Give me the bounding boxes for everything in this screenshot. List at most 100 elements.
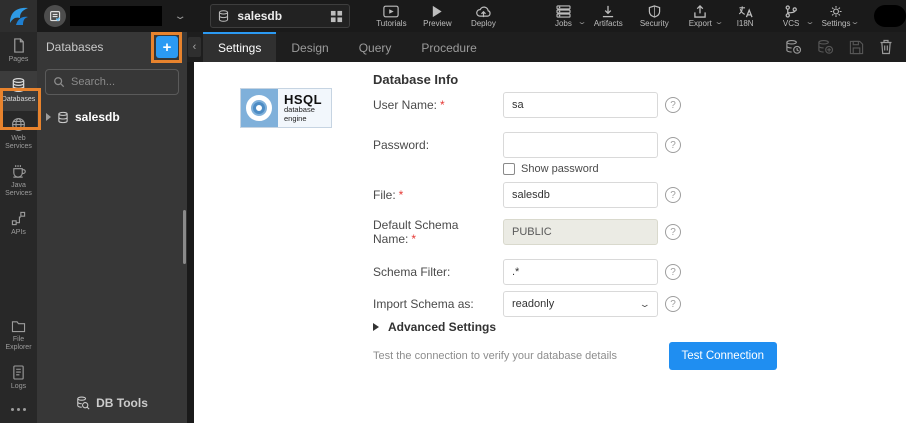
db-tools-button[interactable]: DB Tools xyxy=(37,384,187,423)
sidebar-item-java-services[interactable]: Java Services xyxy=(0,158,37,205)
tab-procedure[interactable]: Procedure xyxy=(406,32,491,62)
more-dots-icon xyxy=(11,408,14,411)
reimport-database-button[interactable] xyxy=(785,39,802,55)
i18n-translate-icon xyxy=(738,5,753,18)
db-tools-label: DB Tools xyxy=(96,396,148,410)
tutorials-button[interactable]: Tutorials xyxy=(368,0,414,32)
tab-query[interactable]: Query xyxy=(344,32,407,62)
jobs-label: Jobs xyxy=(555,20,572,28)
advanced-settings-label: Advanced Settings xyxy=(388,320,496,334)
header-toolbar-left: Tutorials Preview Deploy xyxy=(368,0,506,32)
import-schema-help-icon[interactable]: ? xyxy=(665,296,681,312)
tab-design[interactable]: Design xyxy=(276,32,343,62)
vcs-button[interactable]: VCS xyxy=(768,0,814,32)
sidebar-item-logs[interactable]: Logs xyxy=(0,359,37,398)
settings-caret-icon[interactable]: ⌄ xyxy=(850,18,860,26)
password-help-icon[interactable]: ? xyxy=(665,137,681,153)
rail-more-button[interactable] xyxy=(0,398,37,423)
export-button[interactable]: Export xyxy=(677,0,723,32)
folder-icon xyxy=(11,320,26,333)
rail-label: Databases xyxy=(2,96,35,104)
delete-database-button[interactable] xyxy=(879,39,893,55)
settings-label: Settings xyxy=(822,20,851,28)
test-connection-row: Test the connection to verify your datab… xyxy=(373,342,777,370)
import-schema-selected-value: readonly xyxy=(512,298,554,310)
section-title: Database Info xyxy=(373,72,458,87)
vcs-label: VCS xyxy=(783,20,799,28)
show-password-label: Show password xyxy=(521,163,599,175)
databases-panel-header: Databases + xyxy=(37,32,187,62)
tree-item-salesdb[interactable]: salesdb xyxy=(37,99,187,135)
show-password-toggle[interactable]: Show password xyxy=(503,163,599,175)
advanced-settings-expander[interactable]: Advanced Settings xyxy=(373,320,496,334)
test-connection-hint: Test the connection to verify your datab… xyxy=(373,350,617,362)
username-label: User Name:* xyxy=(373,98,503,112)
add-database-button[interactable]: + xyxy=(156,36,178,58)
test-connection-button[interactable]: Test Connection xyxy=(669,342,777,370)
rail-spacer xyxy=(0,244,37,314)
collapse-panel-button[interactable]: ‹ xyxy=(188,37,201,57)
import-schema-select[interactable]: readonly ⌄ xyxy=(503,291,658,317)
tutorials-label: Tutorials xyxy=(376,20,406,28)
i18n-button[interactable]: I18N xyxy=(722,0,768,32)
tab-action-icons xyxy=(785,32,906,62)
database-search[interactable] xyxy=(45,69,179,95)
preview-button[interactable]: Preview xyxy=(414,0,460,32)
sidebar-item-apis[interactable]: APIs xyxy=(0,205,37,244)
schema-filter-help-icon[interactable]: ? xyxy=(665,264,681,280)
jobs-button[interactable]: Jobs xyxy=(540,0,586,32)
grid-icon[interactable] xyxy=(330,10,343,23)
sidebar-item-web-services[interactable]: Web Services xyxy=(0,111,37,158)
sidebar-item-databases[interactable]: Databases xyxy=(0,71,37,111)
rail-label: Java Services xyxy=(0,182,37,198)
sidebar-item-file-explorer[interactable]: File Explorer xyxy=(0,314,37,359)
required-asterisk: * xyxy=(411,232,416,246)
username-input[interactable] xyxy=(503,92,658,118)
artifacts-button[interactable]: Artifacts xyxy=(585,0,631,32)
project-avatar-icon xyxy=(44,5,66,27)
file-input[interactable] xyxy=(503,182,658,208)
project-name-redacted xyxy=(70,6,162,26)
wavemaker-logo[interactable] xyxy=(0,0,37,32)
db-tools-icon xyxy=(76,396,90,410)
export-caret-icon[interactable]: ⌄ xyxy=(714,18,724,26)
panel-scrollbar[interactable] xyxy=(183,210,186,264)
default-schema-help-icon[interactable]: ? xyxy=(665,224,681,240)
form-row-username: User Name:* ? xyxy=(373,92,777,118)
i18n-label: I18N xyxy=(737,20,754,28)
security-button[interactable]: Security xyxy=(631,0,677,32)
deploy-button[interactable]: Deploy xyxy=(460,0,506,32)
show-password-checkbox[interactable] xyxy=(503,163,515,175)
default-schema-label: Default Schema Name:* xyxy=(373,218,503,246)
logs-document-icon xyxy=(12,365,25,380)
schema-filter-input[interactable] xyxy=(503,259,658,285)
default-schema-value: PUBLIC xyxy=(503,219,658,245)
vcs-caret-icon[interactable]: ⌄ xyxy=(805,18,815,26)
save-button[interactable] xyxy=(849,40,864,55)
tab-settings[interactable]: Settings xyxy=(203,32,276,62)
app-selector[interactable]: salesdb xyxy=(210,4,350,28)
form-row-schema-filter: Schema Filter: ? xyxy=(373,259,777,285)
tab-bar: ‹ Settings Design Query Procedure xyxy=(187,32,906,62)
jobs-caret-icon[interactable]: ⌄ xyxy=(577,18,587,26)
form-row-password: Password: ? xyxy=(373,132,777,158)
tree-expand-caret-icon[interactable] xyxy=(46,113,51,121)
search-input[interactable] xyxy=(71,76,171,88)
file-help-icon[interactable]: ? xyxy=(665,187,681,203)
project-chip[interactable] xyxy=(44,5,162,27)
jobs-icon xyxy=(556,5,571,18)
password-input[interactable] xyxy=(503,132,658,158)
settings-button[interactable]: Settings xyxy=(813,0,859,32)
schema-filter-label: Schema Filter: xyxy=(373,265,503,279)
artifacts-icon xyxy=(601,5,615,18)
deploy-icon xyxy=(475,5,492,18)
wavemaker-logo-icon xyxy=(8,5,30,27)
user-account-redacted xyxy=(874,5,906,27)
search-icon xyxy=(53,76,65,88)
coffee-cup-icon xyxy=(11,164,26,179)
sidebar-item-pages[interactable]: Pages xyxy=(0,32,37,71)
username-help-icon[interactable]: ? xyxy=(665,97,681,113)
export-database-button[interactable] xyxy=(817,39,834,55)
project-switch-caret-icon[interactable]: ⌄ xyxy=(173,11,186,22)
tutorials-icon xyxy=(383,5,399,18)
